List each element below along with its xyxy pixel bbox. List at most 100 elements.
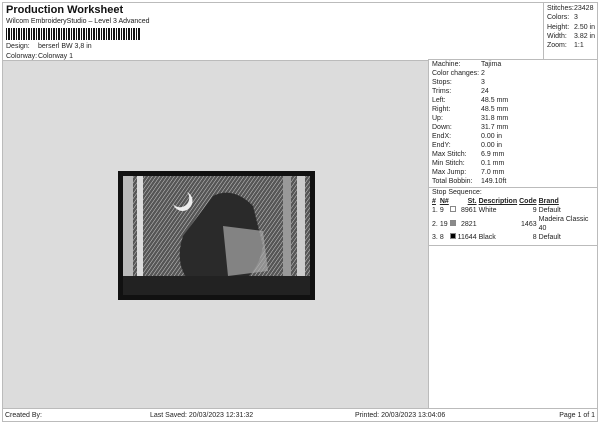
machine-value: 149.10ft — [481, 178, 507, 185]
stitch-count: 11644 — [457, 234, 477, 241]
thread-code: 9 — [532, 207, 537, 214]
column-header: Description — [478, 198, 518, 205]
machine-value: 2 — [481, 70, 485, 77]
stat-value: 3.82 in — [573, 32, 596, 40]
stat-value: 23428 — [574, 5, 594, 12]
stat-row: Height: 2.50 in — [547, 23, 595, 32]
needle-number: 9 — [439, 207, 444, 214]
machine-value: 6.9 mm — [481, 151, 505, 158]
row-index: 2. — [432, 220, 438, 228]
table-row: 2. 19 2821 1463 Madeira Classic 40 — [432, 215, 598, 233]
machine-row: Max Jump: 7.0 mm — [429, 168, 598, 177]
machine-label: EndY: — [432, 142, 451, 149]
stitch-count: 8961 — [461, 207, 477, 214]
stat-row: Width: 3.82 in — [547, 32, 595, 41]
stop-sequence-label: Stop Sequence: — [432, 189, 482, 196]
machine-row: Total Bobbin: 149.10ft — [429, 177, 598, 186]
column-header: Code — [519, 198, 537, 205]
row-index: 3. — [432, 234, 438, 241]
machine-row: Max Stitch: 6.9 mm — [429, 150, 598, 159]
machine-label: Trims: — [432, 88, 452, 95]
machine-label: Total Bobbin: — [432, 178, 473, 185]
machine-row: Down: 31.7 mm — [429, 123, 598, 132]
machine-value: 3 — [481, 79, 485, 86]
thread-brand: Default — [538, 207, 561, 214]
stat-value: 3 — [574, 14, 578, 22]
machine-row: Up: 31.8 mm — [429, 114, 598, 123]
design-preview — [3, 60, 428, 408]
barcode — [6, 28, 141, 40]
machine-row: Trims: 24 — [429, 87, 598, 96]
summary-stats: Stitches: 23428 Colors: 3 Height: 2.50 in Widt… — [543, 2, 598, 59]
stat-value: 2.50 in — [573, 23, 596, 31]
machine-label: Stops: — [432, 79, 452, 86]
design-label: Design: — [6, 43, 30, 50]
printed-date: Printed: 20/03/2023 13:04:06 — [355, 412, 446, 419]
stitch-count: 2821 — [461, 220, 477, 228]
footer: Created By: Last Saved: 20/03/2023 12:31… — [2, 408, 598, 422]
column-header: N# — [439, 198, 449, 205]
thread-brand: Madeira Classic 40 — [538, 216, 589, 232]
machine-row: Left: 48.5 mm — [429, 96, 598, 105]
page-number: Page 1 of 1 — [559, 412, 595, 419]
machine-row: Color changes: 2 — [429, 69, 598, 78]
machine-label: Max Jump: — [432, 169, 467, 176]
machine-row: Right: 48.5 mm — [429, 105, 598, 114]
design-name: berserl BW 3,8 in — [38, 43, 92, 50]
machine-value: 0.00 in — [481, 133, 503, 140]
machine-value: 24 — [481, 88, 489, 95]
machine-row: Machine: Tajima — [429, 60, 598, 69]
header: Production Worksheet Wilcom EmbroiderySt… — [2, 2, 543, 60]
table-row: 1. 9 8961 White 9 Default — [432, 206, 598, 215]
machine-value: 48.5 mm — [481, 97, 509, 104]
machine-value: 7.0 mm — [481, 169, 505, 176]
machine-value: 48.5 mm — [481, 106, 509, 113]
machine-value: 31.7 mm — [481, 124, 509, 131]
stat-label: Colors: — [547, 14, 570, 22]
stat-row: Colors: 3 — [547, 13, 595, 22]
stop-sequence-table: # N# St. Description Code Brand 1. 9 8961 White 9 D… — [432, 197, 598, 242]
machine-label: Color changes: — [432, 70, 480, 77]
color-description: Black — [478, 234, 496, 241]
color-description — [479, 215, 520, 233]
machine-value: 0.00 in — [481, 142, 503, 149]
needle-number: 8 — [439, 234, 444, 241]
stat-label: Width: — [547, 32, 567, 40]
machine-label: EndX: — [432, 133, 452, 140]
stat-row: Stitches: 23428 — [547, 4, 595, 13]
software-name: Wilcom EmbroideryStudio – Level 3 Advanc… — [6, 18, 150, 25]
row-index: 1. — [432, 207, 438, 214]
color-description: White — [478, 207, 497, 214]
machine-value: 31.8 mm — [481, 115, 509, 122]
machine-value: Tajima — [481, 61, 502, 68]
colorway-name: Colorway 1 — [38, 53, 74, 60]
needle-number: 19 — [439, 220, 448, 228]
machine-row: EndX: 0.00 in — [429, 132, 598, 141]
machine-value: 0.1 mm — [481, 160, 505, 167]
machine-row: Min Stitch: 0.1 mm — [429, 159, 598, 168]
table-row: 3. 8 11644 Black 8 Default — [432, 233, 598, 242]
color-swatch — [449, 206, 456, 212]
page-title: Production Worksheet — [6, 4, 124, 16]
thread-brand: Default — [538, 234, 561, 241]
machine-label: Up: — [432, 115, 443, 122]
machine-row: Stops: 3 — [429, 78, 598, 87]
machine-label: Left: — [432, 97, 446, 104]
machine-label: Max Stitch: — [432, 151, 467, 158]
stat-label: Zoom: — [547, 42, 567, 50]
stat-label: Height: — [547, 23, 570, 31]
color-swatch — [449, 233, 456, 239]
last-saved: Last Saved: 20/03/2023 12:31:32 — [150, 412, 254, 419]
stat-value: 1:1 — [574, 42, 584, 50]
created-by: Created By: — [5, 412, 42, 419]
column-header: Brand — [538, 198, 559, 205]
stat-row: Zoom: 1:1 — [547, 41, 595, 50]
machine-label: Machine: — [432, 61, 461, 68]
machine-row: EndY: 0.00 in — [429, 141, 598, 150]
embroidery-design-image — [118, 171, 315, 300]
machine-label: Min Stitch: — [432, 160, 465, 167]
column-header: St. — [467, 198, 477, 205]
column-header: # — [432, 198, 436, 205]
machine-info-panel: Machine: Tajima Color changes: 2 Stops: 3 Trim… — [428, 59, 598, 408]
stat-label: Stitches: — [547, 5, 574, 12]
